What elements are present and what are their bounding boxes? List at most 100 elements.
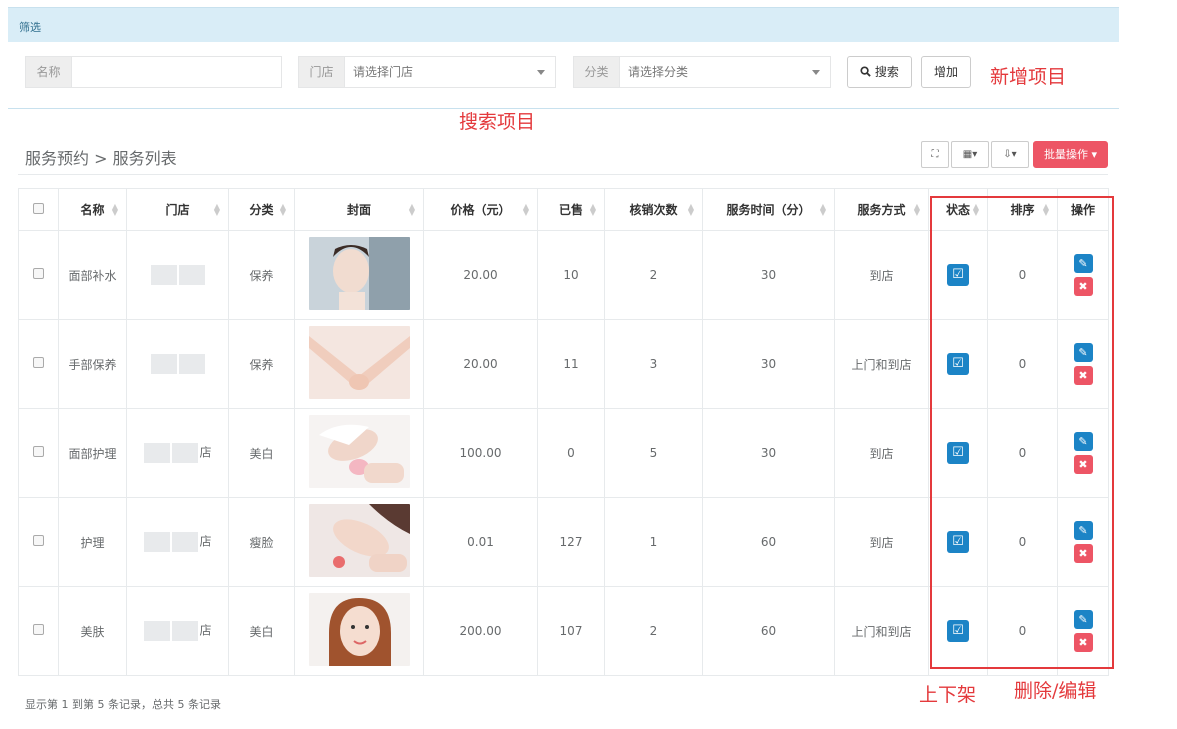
cell-price: 200.00 [423, 586, 538, 676]
cover-image [308, 593, 410, 666]
header-method[interactable]: 服务方式 ▲ ▼ [834, 188, 929, 231]
redacted-mask [150, 265, 177, 285]
row-select[interactable] [18, 408, 59, 498]
cell-price: 0.01 [423, 497, 538, 587]
cell-name: 面部补水 [58, 230, 127, 320]
page-title: 服务预约 > 服务列表 [25, 149, 177, 168]
divider [8, 108, 1119, 109]
sort-icon: ▲ ▼ [913, 202, 920, 217]
cell-price: 20.00 [423, 319, 538, 409]
row-select[interactable] [18, 230, 59, 320]
highlight-box [930, 196, 1114, 669]
sort-icon: ▲ ▼ [408, 202, 415, 217]
redacted-mask [144, 621, 171, 641]
cell-method: 到店 [834, 408, 929, 498]
sort-icon: ▲ ▼ [213, 202, 220, 217]
redacted-mask [172, 621, 199, 641]
cell-category: 美白 [228, 586, 295, 676]
cell-price: 100.00 [423, 408, 538, 498]
header-name[interactable]: 名称 ▲ ▼ [58, 188, 127, 231]
batch-operation-button[interactable]: 批量操作 ▾ [1033, 141, 1108, 168]
pagination-info: 显示第 1 到第 5 条记录，总共 5 条记录 [25, 698, 221, 711]
header-verify-count[interactable]: 核销次数 ▲ ▼ [604, 188, 703, 231]
redacted-mask [178, 265, 205, 285]
fullscreen-icon: ⛶ [931, 149, 939, 160]
sort-icon: ▲ ▼ [522, 202, 529, 217]
header-label: 封面 [346, 203, 371, 217]
header-cover[interactable]: 封面 ▲ ▼ [294, 188, 424, 231]
annotation-status: 上下架 [919, 684, 977, 706]
store-label: 门店 [298, 56, 345, 88]
store-select[interactable]: 请选择门店 [344, 56, 556, 88]
cell-verify-count: 2 [604, 586, 703, 676]
sort-icon: ▲ ▼ [819, 202, 826, 217]
header-select-all[interactable] [18, 188, 59, 231]
cell-name: 护理 [58, 497, 127, 587]
chevron-down-icon [812, 70, 820, 75]
checkbox[interactable] [33, 202, 44, 214]
cover-image [308, 326, 410, 399]
cell-name: 美肤 [58, 586, 127, 676]
row-select[interactable] [18, 319, 59, 409]
cell-sold: 11 [537, 319, 605, 409]
header-label: 服务时间（分） [726, 203, 811, 217]
category-label: 分类 [573, 56, 620, 88]
checkbox[interactable] [33, 268, 44, 279]
header-sold[interactable]: 已售 ▲ ▼ [537, 188, 605, 231]
cell-name: 手部保养 [58, 319, 127, 409]
cover-image [308, 237, 410, 310]
cell-store: 店 [126, 497, 229, 587]
header-duration[interactable]: 服务时间（分） ▲ ▼ [702, 188, 835, 231]
cell-store [126, 319, 229, 409]
store-text: 店 [199, 534, 212, 549]
cell-category: 保养 [228, 319, 295, 409]
store-select-placeholder: 请选择门店 [353, 65, 414, 79]
sort-icon: ▲ ▼ [279, 202, 286, 217]
store-text: 店 [199, 445, 212, 460]
checkbox[interactable] [33, 624, 44, 635]
cell-cover [294, 497, 424, 587]
cell-method: 到店 [834, 497, 929, 587]
cell-method: 上门和到店 [834, 319, 929, 409]
filter-title: 筛选 [19, 21, 41, 34]
header-category[interactable]: 分类 ▲ ▼ [228, 188, 295, 231]
header-label: 名称 [80, 203, 105, 217]
row-select[interactable] [18, 497, 59, 587]
search-button[interactable]: 搜索 [847, 56, 912, 88]
fullscreen-button[interactable]: ⛶ [921, 141, 949, 168]
header-label: 门店 [165, 203, 190, 217]
cell-cover [294, 586, 424, 676]
cell-verify-count: 5 [604, 408, 703, 498]
cell-duration: 30 [702, 230, 835, 320]
cover-image [308, 504, 410, 577]
checkbox[interactable] [33, 446, 44, 457]
cell-name: 面部护理 [58, 408, 127, 498]
category-select[interactable]: 请选择分类 [619, 56, 831, 88]
add-button[interactable]: 增加 [921, 56, 971, 88]
checkbox[interactable] [33, 357, 44, 368]
columns-button[interactable]: ▦▾ [951, 141, 989, 168]
redacted-mask [144, 532, 171, 552]
annotation-ops: 删除/编辑 [1014, 680, 1097, 702]
search-button-label: 搜索 [874, 65, 899, 79]
cell-duration: 30 [702, 408, 835, 498]
store-text: 店 [199, 623, 212, 638]
name-input[interactable] [71, 56, 282, 88]
cell-cover [294, 319, 424, 409]
header-price[interactable]: 价格（元） ▲ ▼ [423, 188, 538, 231]
sort-icon: ▲ ▼ [687, 202, 694, 217]
redacted-mask [144, 443, 171, 463]
header-label: 核销次数 [629, 203, 678, 217]
cell-store: 店 [126, 408, 229, 498]
export-button[interactable]: ⇩▾ [991, 141, 1029, 168]
row-select[interactable] [18, 586, 59, 676]
name-label: 名称 [25, 56, 72, 88]
redacted-mask [172, 532, 199, 552]
header-label: 分类 [249, 203, 274, 217]
cell-cover [294, 408, 424, 498]
chevron-down-icon [537, 70, 545, 75]
header-store[interactable]: 门店 ▲ ▼ [126, 188, 229, 231]
cell-sold: 127 [537, 497, 605, 587]
header-label: 已售 [558, 203, 583, 217]
checkbox[interactable] [33, 535, 44, 546]
